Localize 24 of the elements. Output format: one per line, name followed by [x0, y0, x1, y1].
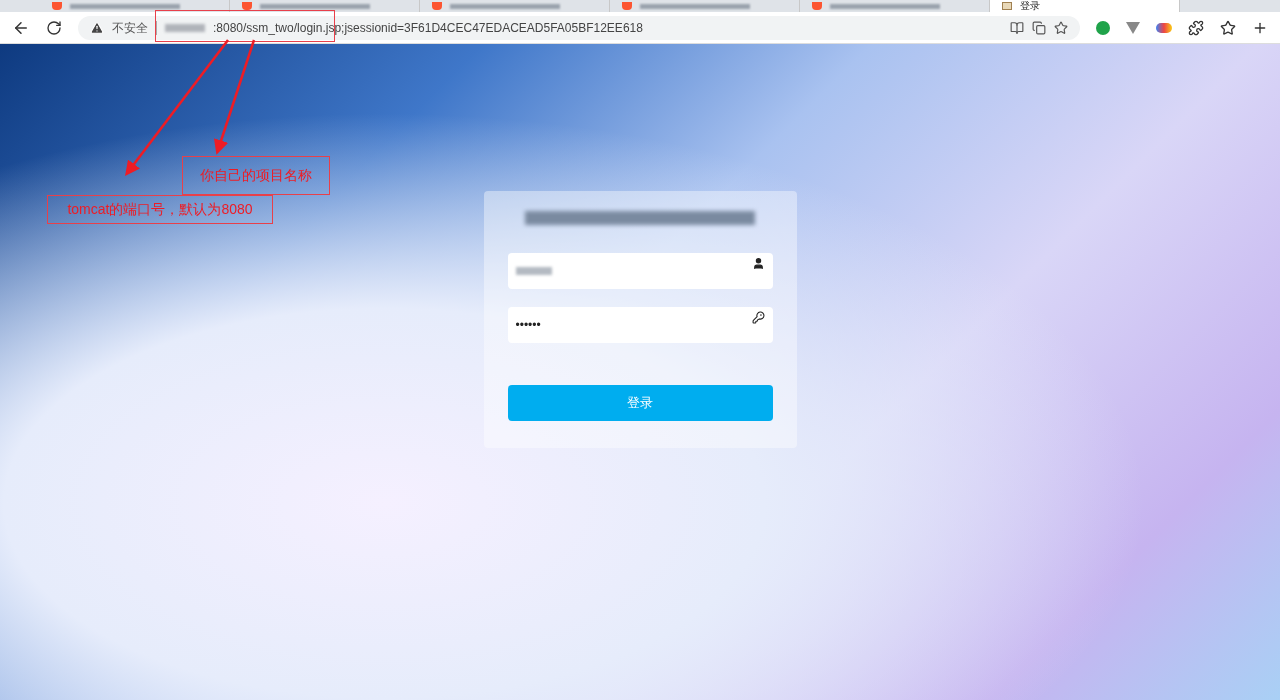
warning-icon: [90, 20, 104, 35]
site-icon: [622, 2, 632, 10]
browser-tab[interactable]: 登录: [990, 0, 1180, 12]
cloud-extension-icon[interactable]: [1156, 22, 1172, 33]
reload-icon[interactable]: [46, 19, 62, 36]
page-icon: [1002, 2, 1012, 10]
favorite-icon[interactable]: [1054, 20, 1068, 35]
username-field[interactable]: [507, 253, 773, 289]
blurred-host: [165, 23, 205, 32]
annotation-label: tomcat的端口号，默认为8080: [47, 195, 273, 224]
blurred-username: [515, 267, 552, 275]
password-dots: ••••••: [515, 317, 541, 334]
site-icon: [432, 2, 442, 10]
key-icon: [751, 311, 765, 324]
annotation-label: 你自己的项目名称: [182, 156, 330, 195]
security-label: 不安全: [112, 19, 148, 37]
site-icon: [812, 2, 822, 10]
extensions-icon[interactable]: [1188, 19, 1204, 36]
user-icon: [751, 257, 765, 270]
tab-title: 登录: [1020, 1, 1040, 11]
password-field[interactable]: ••••••: [507, 307, 773, 343]
site-icon: [242, 2, 252, 10]
favorites-icon[interactable]: [1220, 19, 1236, 36]
site-icon: [52, 2, 62, 10]
